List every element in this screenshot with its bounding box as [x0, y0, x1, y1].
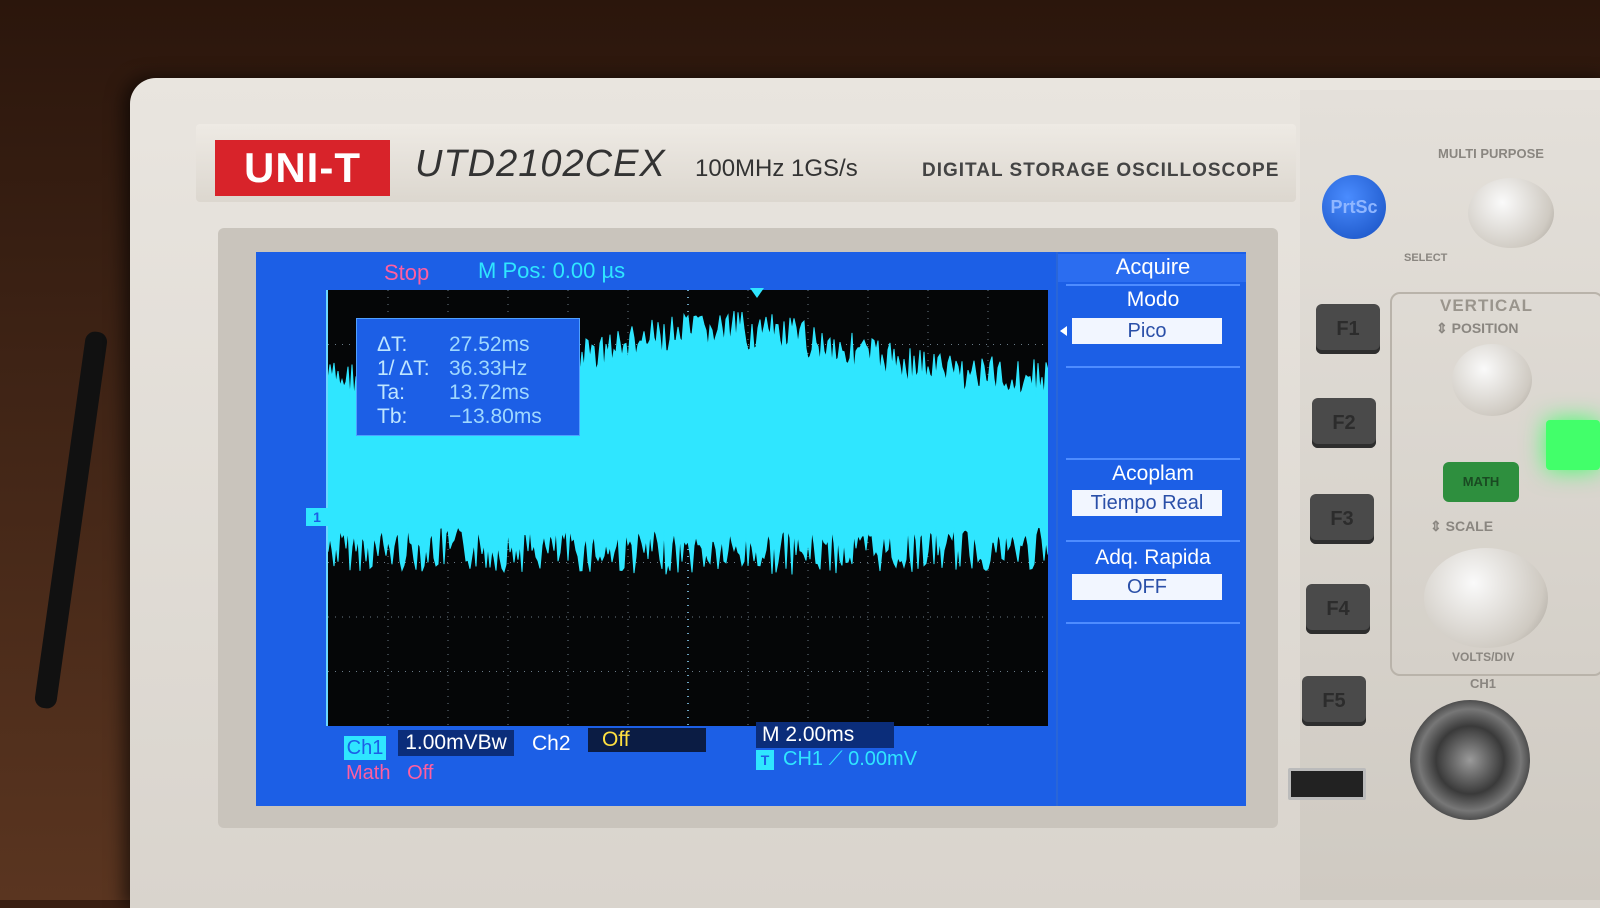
position-label: ⇕ POSITION: [1436, 320, 1519, 336]
volts-div-label: VOLTS/DIV: [1452, 650, 1515, 664]
trigger-position-marker: [750, 288, 764, 298]
menu-divider: [1066, 284, 1240, 286]
trigger-settings: CH1 ⟋ 0.00mV: [783, 748, 918, 770]
ch1-scale: 1.00mVBw: [398, 730, 514, 756]
spec-text: 100MHz 1GS/s: [695, 155, 858, 182]
ch2-label: Ch2: [532, 732, 571, 755]
meas-value: −13.80ms: [449, 405, 542, 428]
meas-value: 13.72ms: [449, 381, 530, 404]
ch1-indicator-led: [1546, 420, 1600, 470]
multipurpose-knob[interactable]: [1468, 178, 1554, 248]
adq-rapida-value[interactable]: OFF: [1072, 574, 1222, 600]
position-knob[interactable]: [1452, 344, 1532, 416]
acquire-menu: Acquire Modo Pico Acoplam Tiempo Real Ad…: [1056, 252, 1246, 806]
meas-label: ΔT:: [377, 333, 408, 356]
ch1-level-marker: 1: [306, 508, 328, 526]
f3-button[interactable]: F3: [1310, 494, 1374, 544]
acoplam-label: Acoplam: [1112, 462, 1194, 485]
meas-label: Ta:: [377, 381, 406, 404]
modo-label: Modo: [1126, 288, 1180, 311]
selection-arrow-icon: [1060, 326, 1067, 336]
math-value: Off: [407, 762, 434, 784]
timebase: M 2.00ms: [756, 722, 894, 748]
f4-button[interactable]: F4: [1306, 584, 1370, 634]
f2-button[interactable]: F2: [1312, 398, 1376, 448]
device-type: DIGITAL STORAGE OSCILLOSCOPE: [922, 160, 1280, 181]
select-label: SELECT: [1404, 252, 1448, 264]
menu-divider: [1066, 622, 1240, 624]
run-status: Stop: [384, 260, 430, 285]
f5-button[interactable]: F5: [1302, 676, 1366, 726]
menu-divider: [1066, 540, 1240, 542]
math-status: Math Off: [346, 762, 433, 785]
brand-logo: UNI-T: [215, 140, 390, 196]
ch1-badge: Ch1: [344, 736, 386, 760]
ch2-scale: Off: [588, 728, 706, 752]
f1-button[interactable]: F1: [1316, 304, 1380, 354]
menu-divider: [1066, 366, 1240, 368]
acoplam-value[interactable]: Tiempo Real: [1072, 490, 1222, 516]
trigger-badge: T: [756, 750, 774, 770]
meas-label: 1/ ΔT:: [377, 357, 430, 380]
adq-rapida-label: Adq. Rapida: [1095, 546, 1211, 569]
modo-value[interactable]: Pico: [1072, 318, 1222, 344]
menu-divider: [1066, 458, 1240, 460]
horizontal-position: M Pos: 0.00 µs: [478, 258, 626, 283]
status-bar: Ch1 1.00mVBw Ch2 Off M 2.00ms T CH1 ⟋ 0.…: [256, 722, 1056, 806]
usb-port[interactable]: [1288, 768, 1366, 800]
oscilloscope-screen: Stop M Pos: 0.00 µs 1 ΔT: 27.52ms 1/ ΔT:…: [256, 252, 1246, 806]
math-label: Math: [346, 762, 391, 784]
ch1-input-label: CH1: [1470, 676, 1497, 691]
ch1-bnc-connector[interactable]: [1410, 700, 1530, 820]
meas-label: Tb:: [377, 405, 408, 428]
meas-value: 27.52ms: [449, 333, 530, 356]
cursor-measurements: ΔT: 27.52ms 1/ ΔT: 36.33Hz Ta: 13.72ms T…: [356, 318, 580, 436]
volts-div-knob[interactable]: [1424, 548, 1548, 648]
multipurpose-label: MULTI PURPOSE: [1438, 146, 1544, 161]
math-button[interactable]: MATH: [1443, 462, 1519, 502]
model-name: UTD2102CEX: [415, 143, 666, 185]
meas-value: 36.33Hz: [449, 357, 528, 380]
scale-label: ⇕ SCALE: [1430, 518, 1494, 534]
menu-title: Acquire: [1058, 254, 1246, 282]
vertical-title: VERTICAL: [1440, 296, 1533, 315]
prtsc-button[interactable]: PrtSc: [1322, 175, 1386, 239]
